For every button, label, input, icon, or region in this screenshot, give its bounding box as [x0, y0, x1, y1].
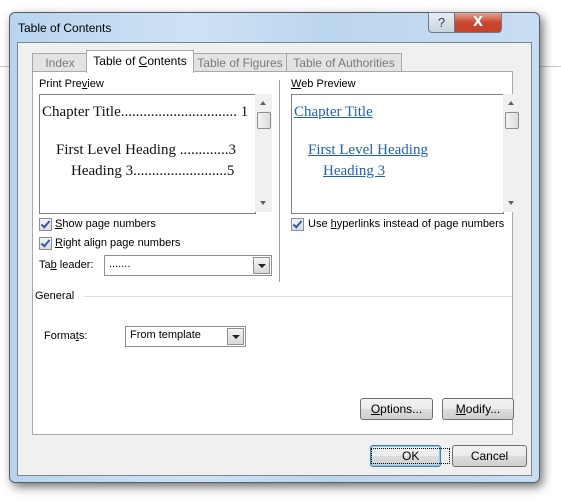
web-preview-link[interactable]: Heading 3 — [323, 163, 385, 180]
scroll-down-icon[interactable] — [508, 201, 514, 205]
chevron-down-icon[interactable] — [253, 257, 270, 274]
close-icon: X — [472, 15, 484, 30]
modify-button[interactable]: Modify... — [442, 398, 514, 420]
tab-leader-select[interactable]: ....... — [104, 255, 272, 276]
right-align-label[interactable]: Right align page numbers — [55, 237, 180, 249]
web-preview-box: Chapter Title First Level Heading Headin… — [291, 94, 504, 214]
toc-dialog: Table of Contents ? X Index Table of Con… — [9, 12, 540, 483]
web-preview-label: Web Preview — [291, 78, 356, 90]
help-icon: ? — [437, 15, 446, 30]
print-preview-entry: Heading 3.........................5 — [71, 163, 235, 179]
help-button[interactable]: ? — [428, 12, 455, 33]
print-preview-box: Chapter Title...........................… — [39, 94, 256, 214]
web-preview-link[interactable]: First Level Heading — [308, 142, 428, 159]
scroll-thumb[interactable] — [257, 112, 271, 129]
dialog-client: Index Table of Contents Table of Figures… — [17, 42, 532, 476]
tab-table-of-authorities[interactable]: Table of Authorities — [286, 53, 402, 72]
ok-button[interactable]: OK — [370, 445, 451, 467]
cancel-button[interactable]: Cancel — [452, 445, 527, 467]
tab-table-of-contents[interactable]: Table of Contents — [86, 50, 194, 73]
tab-leader-label: Tab leader: — [39, 259, 94, 271]
formats-label: Formats: — [44, 330, 88, 342]
tab-panel: Print Preview Chapter Title.............… — [32, 71, 520, 435]
vertical-divider — [279, 80, 280, 282]
close-button[interactable]: X — [454, 12, 502, 33]
print-preview-scrollbar[interactable] — [255, 94, 272, 212]
print-preview-entry: Chapter Title...........................… — [42, 104, 249, 120]
scroll-down-icon[interactable] — [260, 201, 266, 205]
web-preview-scrollbar[interactable] — [503, 94, 520, 212]
tab-table-of-figures[interactable]: Table of Figures — [193, 53, 287, 72]
use-hyperlinks-label[interactable]: Use hyperlinks instead of page numbers — [308, 218, 504, 230]
use-hyperlinks-checkbox[interactable] — [291, 218, 304, 231]
show-page-numbers-checkbox[interactable] — [39, 218, 52, 231]
chevron-down-icon[interactable] — [227, 328, 244, 345]
right-align-checkbox[interactable] — [39, 237, 52, 250]
scroll-thumb[interactable] — [505, 112, 519, 129]
print-preview-label: Print Preview — [39, 78, 104, 90]
general-divider — [84, 296, 512, 297]
web-preview-link[interactable]: Chapter Title — [294, 104, 373, 121]
tab-index[interactable]: Index — [32, 53, 88, 72]
scroll-up-icon[interactable] — [508, 101, 514, 105]
formats-select[interactable]: From template — [125, 326, 246, 347]
scroll-up-icon[interactable] — [260, 101, 266, 105]
options-button[interactable]: Options... — [360, 398, 433, 420]
dialog-title: Table of Contents — [18, 21, 112, 35]
general-heading: General — [35, 290, 75, 302]
print-preview-entry: First Level Heading .............3 — [56, 142, 236, 158]
show-page-numbers-label[interactable]: Show page numbers — [55, 218, 156, 230]
background-line — [540, 66, 561, 67]
